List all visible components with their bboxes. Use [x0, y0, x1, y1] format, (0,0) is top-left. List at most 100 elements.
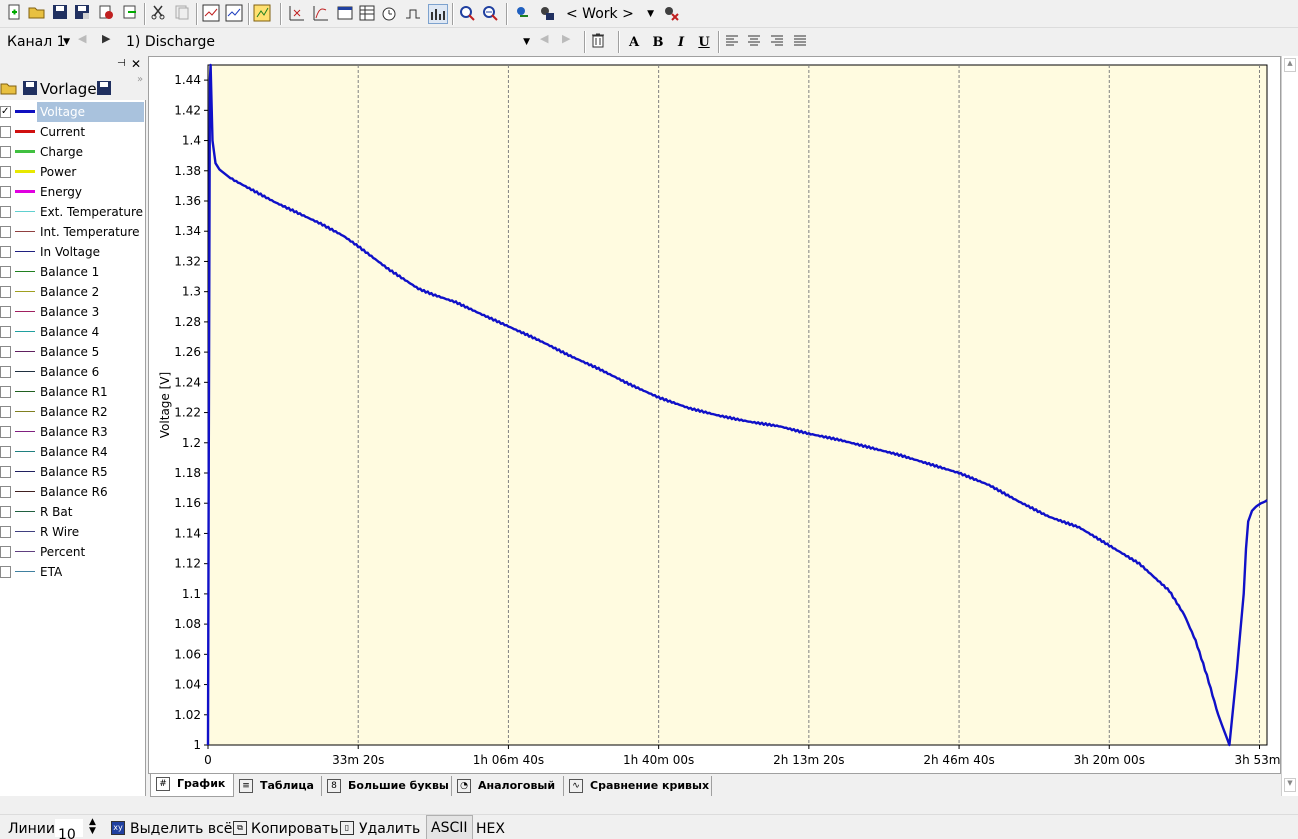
settings-chart-icon[interactable]	[253, 4, 273, 24]
tab-graph[interactable]: # График	[150, 774, 234, 797]
next-channel-icon[interactable]: ▶	[102, 32, 122, 52]
trash-icon[interactable]	[590, 32, 610, 52]
parameter-item[interactable]: R Bat	[0, 502, 146, 522]
chevron-right-icon[interactable]: »	[137, 74, 143, 85]
parameter-checkbox[interactable]	[0, 246, 11, 258]
table-icon[interactable]	[358, 4, 378, 24]
scroll-up-icon[interactable]: ▲	[1284, 58, 1296, 72]
zoom-in-icon[interactable]	[458, 4, 478, 24]
parameter-item[interactable]: Balance 3	[0, 302, 146, 322]
profile-load-icon[interactable]	[514, 4, 534, 24]
parameter-checkbox[interactable]: ✓	[0, 106, 11, 118]
vertical-scrollbar[interactable]: ▲ ▼	[1281, 56, 1298, 796]
new-file-icon[interactable]	[6, 4, 26, 24]
parameter-checkbox[interactable]	[0, 486, 11, 498]
parameter-checkbox[interactable]	[0, 206, 11, 218]
parameter-checkbox[interactable]	[0, 306, 11, 318]
zoom-box-icon[interactable]	[202, 4, 222, 24]
font-color-button[interactable]: A	[624, 33, 644, 53]
prev-channel-icon[interactable]: ◀	[78, 32, 98, 52]
parameter-item[interactable]: Charge	[0, 142, 146, 162]
parameter-checkbox[interactable]	[0, 426, 11, 438]
parameter-item[interactable]: Balance 4	[0, 322, 146, 342]
parameter-checkbox[interactable]	[0, 546, 11, 558]
ascii-toggle[interactable]: ASCII	[426, 815, 473, 839]
profile-select[interactable]: < Work > ▼	[562, 3, 658, 24]
parameter-checkbox[interactable]	[0, 126, 11, 138]
hex-toggle[interactable]: HEX	[476, 821, 505, 837]
parameter-item[interactable]: Balance R5	[0, 462, 146, 482]
prev-curve-icon[interactable]: ◀	[540, 32, 560, 52]
bar-chart-icon[interactable]	[428, 4, 448, 24]
tab-big-letters[interactable]: 8 Большие буквы	[322, 776, 452, 796]
pin-icon[interactable]: ⊣	[117, 58, 126, 69]
tab-compare[interactable]: ∿ Сравнение кривых	[564, 776, 712, 796]
window-icon[interactable]	[336, 4, 356, 24]
tab-analog[interactable]: ◔ Аналоговый	[452, 776, 564, 796]
parameter-checkbox[interactable]	[0, 506, 11, 518]
zoom-out-icon[interactable]	[481, 4, 501, 24]
parameter-checkbox[interactable]	[0, 366, 11, 378]
lines-spinner[interactable]: 10	[54, 818, 84, 839]
parameter-checkbox[interactable]	[0, 286, 11, 298]
parameter-item[interactable]: Current	[0, 122, 146, 142]
chart-copy-icon[interactable]	[225, 4, 245, 24]
spin-arrows-icon[interactable]: ▲ ▼	[89, 818, 96, 836]
tab-table[interactable]: ≡ Таблица	[234, 776, 322, 796]
open-template-icon[interactable]	[0, 80, 18, 99]
parameter-item[interactable]: R Wire	[0, 522, 146, 542]
parameter-checkbox[interactable]	[0, 326, 11, 338]
open-folder-icon[interactable]	[28, 4, 48, 24]
axis-x-icon[interactable]	[288, 4, 308, 24]
save-all-icon[interactable]	[74, 4, 94, 24]
parameter-item[interactable]: Ext. Temperature	[0, 202, 146, 222]
italic-button[interactable]: I	[671, 33, 691, 53]
parameter-item[interactable]: Balance R4	[0, 442, 146, 462]
parameter-item[interactable]: Balance R1	[0, 382, 146, 402]
parameter-item[interactable]: Int. Temperature	[0, 222, 146, 242]
parameter-checkbox[interactable]	[0, 346, 11, 358]
parameter-item[interactable]: Power	[0, 162, 146, 182]
underline-button[interactable]: U	[694, 33, 714, 53]
delete-file-icon[interactable]	[98, 4, 118, 24]
step-icon[interactable]	[404, 4, 424, 24]
curve-select[interactable]: 1) Discharge ▼	[122, 32, 534, 52]
align-right-icon[interactable]	[769, 34, 789, 54]
parameter-item[interactable]: ✓ Voltage	[0, 102, 146, 122]
save-template-icon[interactable]	[22, 80, 38, 99]
cut-icon[interactable]	[150, 4, 170, 24]
parameter-checkbox[interactable]	[0, 406, 11, 418]
select-all-button[interactable]: Выделить всё	[130, 821, 232, 837]
parameter-item[interactable]: Balance 1	[0, 262, 146, 282]
align-left-icon[interactable]	[724, 34, 744, 54]
channel-select[interactable]: Канал 1 ▼	[4, 32, 72, 52]
profile-save-icon[interactable]	[538, 4, 558, 24]
bold-button[interactable]: B	[648, 33, 668, 53]
timer-icon[interactable]	[380, 4, 400, 24]
save-as-template-icon[interactable]	[96, 80, 112, 99]
next-curve-icon[interactable]: ▶	[562, 32, 582, 52]
parameter-item[interactable]: ETA	[0, 562, 146, 582]
parameter-checkbox[interactable]	[0, 566, 11, 578]
parameter-checkbox[interactable]	[0, 526, 11, 538]
save-icon[interactable]	[52, 4, 72, 24]
parameter-checkbox[interactable]	[0, 146, 11, 158]
parameter-checkbox[interactable]	[0, 386, 11, 398]
parameter-checkbox[interactable]	[0, 166, 11, 178]
export-icon[interactable]	[122, 4, 142, 24]
parameter-item[interactable]: Balance R2	[0, 402, 146, 422]
parameter-checkbox[interactable]	[0, 266, 11, 278]
parameter-item[interactable]: Balance R6	[0, 482, 146, 502]
parameter-item[interactable]: Balance 2	[0, 282, 146, 302]
parameter-checkbox[interactable]	[0, 446, 11, 458]
parameter-item[interactable]: Balance 5	[0, 342, 146, 362]
close-icon[interactable]: ✕	[131, 57, 141, 71]
parameter-item[interactable]: Balance 6	[0, 362, 146, 382]
parameter-checkbox[interactable]	[0, 186, 11, 198]
parameter-item[interactable]: Percent	[0, 542, 146, 562]
scroll-down-icon[interactable]: ▼	[1284, 778, 1296, 792]
align-center-icon[interactable]	[746, 34, 766, 54]
parameter-item[interactable]: Balance R3	[0, 422, 146, 442]
curve-edit-icon[interactable]	[312, 4, 332, 24]
profile-delete-icon[interactable]	[662, 4, 682, 24]
